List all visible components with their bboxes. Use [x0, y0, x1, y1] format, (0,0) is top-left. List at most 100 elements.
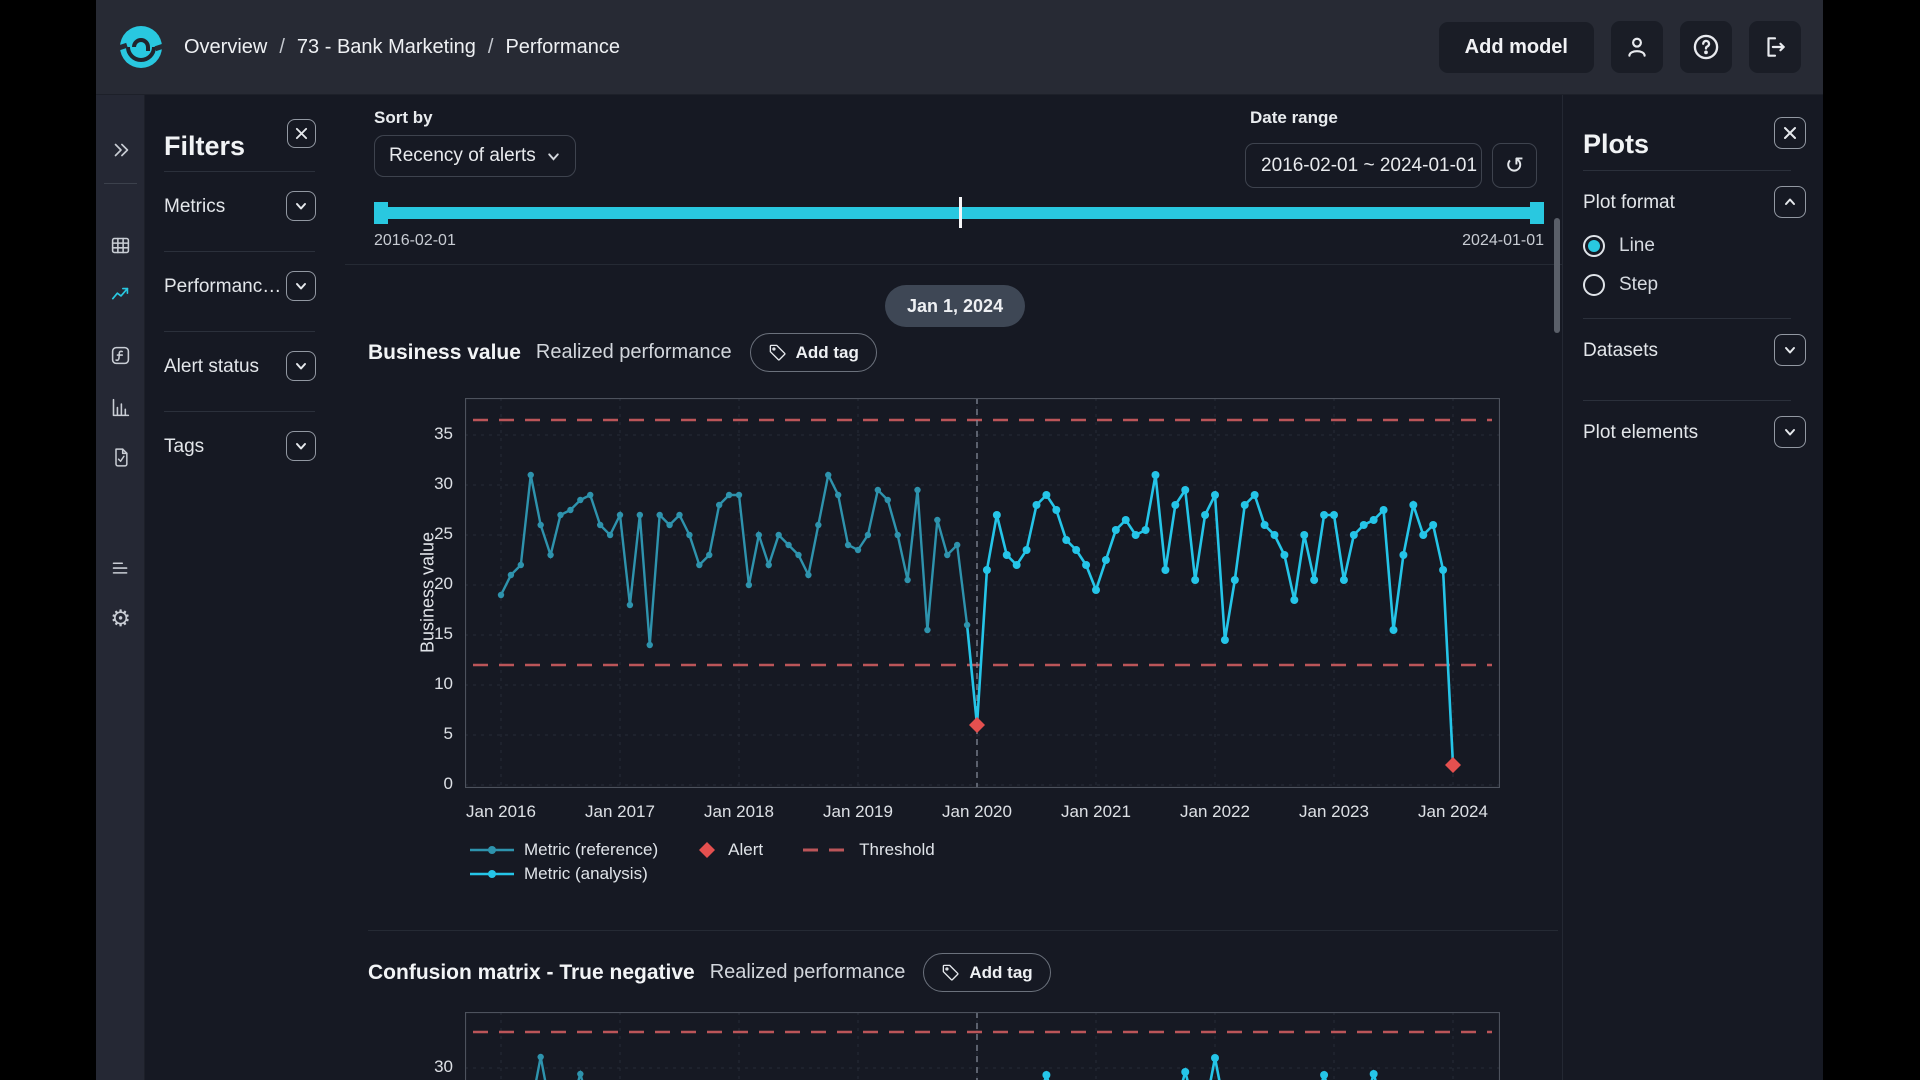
divider: [1583, 400, 1791, 401]
radio-step: [1583, 274, 1605, 296]
rail-item-report[interactable]: [96, 442, 145, 472]
add-tag-button[interactable]: Add tag: [923, 953, 1050, 992]
y-tick-label: 15: [403, 624, 453, 644]
add-tag-label: Add tag: [969, 963, 1032, 983]
rail-item-settings[interactable]: ⚙: [96, 603, 145, 633]
breadcrumb-performance: Performance: [505, 36, 620, 59]
y-tick-label: 0: [403, 774, 453, 794]
plot-format-option-line[interactable]: Line: [1583, 235, 1655, 257]
top-navbar: Overview / 73 - Bank Marketing / Perform…: [96, 0, 1823, 95]
confusion-matrix-chart[interactable]: [465, 1012, 1500, 1080]
breadcrumb: Overview / 73 - Bank Marketing / Perform…: [184, 36, 620, 59]
file-check-icon: [111, 447, 131, 468]
user-icon: [1624, 34, 1650, 60]
screen: Overview / 73 - Bank Marketing / Perform…: [0, 0, 1920, 1080]
x-tick-label: Jan 2020: [932, 802, 1022, 822]
chart-title: Business value: [368, 341, 521, 365]
add-model-button[interactable]: Add model: [1439, 22, 1594, 73]
datasets-section-label: Datasets: [1583, 340, 1658, 362]
help-icon: [1692, 33, 1720, 61]
chevron-down-icon: [294, 359, 308, 373]
y-tick-label: 35: [403, 424, 453, 444]
legend-row-2: Metric (analysis): [470, 864, 648, 884]
filters-panel: Filters Metrics Performanc… Alert status…: [145, 95, 345, 1080]
rail-item-data[interactable]: [96, 230, 145, 260]
divider: [164, 411, 315, 412]
rail-item-function[interactable]: [96, 340, 145, 370]
chevron-down-icon: [294, 279, 308, 293]
section-header-business-value: Business value Realized performance Add …: [368, 333, 877, 372]
legend-alert-label: Alert: [728, 840, 763, 860]
metrics-expand-button[interactable]: [286, 191, 316, 221]
date-range-input[interactable]: 2016-02-01 ~ 2024-01-01: [1245, 143, 1482, 188]
plot-elements-expand-button[interactable]: [1774, 416, 1806, 448]
vertical-scrollbar[interactable]: [1554, 218, 1560, 333]
rail-item-performance[interactable]: [96, 280, 145, 310]
divider: [345, 264, 1562, 265]
radio-line-label: Line: [1619, 235, 1655, 257]
datasets-expand-button[interactable]: [1774, 334, 1806, 366]
logout-button[interactable]: [1749, 21, 1801, 73]
radio-line: [1583, 235, 1605, 257]
reference-line-swatch: [470, 844, 514, 856]
help-button[interactable]: [1680, 21, 1732, 73]
x-tick-label: Jan 2023: [1289, 802, 1379, 822]
x-tick-label: Jan 2016: [456, 802, 546, 822]
add-tag-label: Add tag: [796, 343, 859, 363]
user-button[interactable]: [1611, 21, 1663, 73]
plot-format-option-step[interactable]: Step: [1583, 274, 1658, 296]
chevron-down-icon: [294, 439, 308, 453]
performance-expand-button[interactable]: [286, 271, 316, 301]
x-tick-label: Jan 2019: [813, 802, 903, 822]
sort-by-select[interactable]: Recency of alerts: [374, 135, 576, 177]
filters-close-button[interactable]: [287, 119, 316, 148]
add-tag-button[interactable]: Add tag: [750, 333, 877, 372]
navbar-actions: Add model: [1439, 21, 1801, 73]
table-icon: [110, 235, 131, 256]
plot-format-section-label: Plot format: [1583, 192, 1675, 214]
list-icon: [110, 558, 131, 579]
rail-item-logs[interactable]: [96, 553, 145, 583]
history-reset-icon: ↺: [1505, 152, 1524, 179]
plot-format-collapse-button[interactable]: [1774, 186, 1806, 218]
date-slider-marker[interactable]: [959, 197, 962, 228]
breadcrumb-overview[interactable]: Overview: [184, 36, 267, 59]
business-value-chart[interactable]: [465, 398, 1500, 788]
sort-by-value: Recency of alerts: [389, 145, 536, 167]
rail-item-distribution[interactable]: [96, 392, 145, 422]
chevron-up-icon: [1783, 195, 1797, 209]
divider: [1583, 170, 1791, 171]
app-logo-icon[interactable]: [118, 24, 164, 70]
x-tick-label: Jan 2024: [1408, 802, 1498, 822]
breadcrumb-separator: /: [488, 36, 494, 59]
close-icon: [1783, 126, 1797, 140]
y-tick-label: 30: [403, 474, 453, 494]
breadcrumb-model[interactable]: 73 - Bank Marketing: [297, 36, 476, 59]
plots-close-button[interactable]: [1774, 117, 1806, 149]
tags-expand-button[interactable]: [286, 431, 316, 461]
tag-icon: [768, 343, 787, 362]
date-slider-handle-end[interactable]: [1530, 202, 1544, 224]
date-reset-button[interactable]: ↺: [1492, 143, 1537, 188]
date-slider-handle-start[interactable]: [374, 202, 388, 224]
radio-step-label: Step: [1619, 274, 1658, 296]
confusion-matrix-plot: [465, 1012, 1500, 1080]
y-tick-label: 10: [403, 674, 453, 694]
breadcrumb-separator: /: [279, 36, 285, 59]
close-icon: [295, 127, 308, 140]
plots-title: Plots: [1583, 129, 1649, 160]
filter-section-metrics: Metrics: [164, 196, 225, 218]
logout-icon: [1762, 34, 1788, 60]
app-window: Overview / 73 - Bank Marketing / Perform…: [96, 0, 1823, 1080]
rail-divider: [104, 183, 137, 184]
slider-start-label: 2016-02-01: [374, 232, 456, 250]
date-marker-badge: Jan 1, 2024: [885, 285, 1025, 327]
icon-rail: ⚙: [96, 95, 145, 1080]
chevrons-right-icon: [110, 139, 132, 161]
chart-subtitle: Realized performance: [710, 961, 906, 984]
legend-reference-label: Metric (reference): [524, 840, 658, 860]
expand-sidebar-button[interactable]: [96, 135, 145, 165]
filter-section-performance: Performanc…: [164, 276, 281, 298]
bar-chart-icon: [110, 397, 131, 418]
alert-status-expand-button[interactable]: [286, 351, 316, 381]
